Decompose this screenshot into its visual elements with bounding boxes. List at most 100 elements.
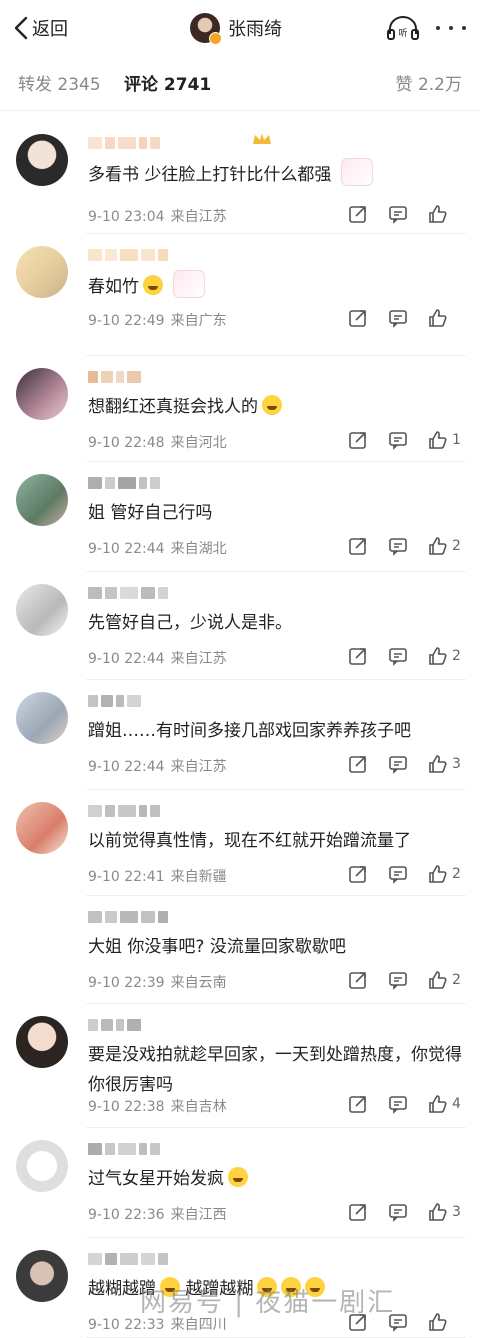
- share-button[interactable]: [348, 1200, 368, 1224]
- comment-body: 要是没戏拍就趁早回家，一天到处蹭热度，你觉得你很厉害吗: [88, 1040, 468, 1100]
- avatar[interactable]: [16, 474, 68, 526]
- reply-button[interactable]: [388, 1200, 408, 1224]
- reply-button[interactable]: [388, 1092, 408, 1116]
- back-button[interactable]: 返回: [12, 14, 68, 42]
- avatar[interactable]: [16, 368, 68, 420]
- like-button[interactable]: 2: [428, 644, 461, 668]
- reply-button[interactable]: [388, 428, 408, 452]
- share-button[interactable]: [348, 202, 368, 226]
- like-count: 3: [452, 1204, 461, 1220]
- reply-button[interactable]: [388, 534, 408, 558]
- headphones-listen-icon[interactable]: 听: [386, 14, 420, 42]
- nickname-hidden[interactable]: [88, 474, 228, 489]
- avatar[interactable]: [16, 584, 68, 636]
- nickname-blur-block: [141, 1253, 155, 1265]
- reply-button[interactable]: [388, 644, 408, 668]
- tab-likes[interactable]: 赞 2.2万: [396, 70, 462, 95]
- share-button[interactable]: [348, 428, 368, 452]
- nickname-hidden[interactable]: [88, 1016, 228, 1031]
- comment-actions: 2: [348, 644, 468, 668]
- nickname-blur-block: [127, 1019, 141, 1031]
- like-button[interactable]: 3: [428, 752, 461, 776]
- avatar[interactable]: [16, 1250, 68, 1302]
- share-button[interactable]: [348, 752, 368, 776]
- avatar[interactable]: [16, 134, 68, 186]
- nickname-blur-block: [120, 1253, 138, 1265]
- like-button[interactable]: 1: [428, 428, 461, 452]
- comment-body: 春如竹: [88, 270, 468, 302]
- comment-item[interactable]: 以前觉得真性情，现在不红就开始蹭流量了 9-10 22:41 来自新疆 2: [0, 790, 480, 896]
- avatar[interactable]: [16, 908, 68, 960]
- comment-item[interactable]: 多看书 少往脸上打针比什么都强 9-10 23:04 来自江苏: [0, 122, 480, 234]
- avatar[interactable]: [16, 692, 68, 744]
- like-button[interactable]: 4: [428, 1092, 461, 1116]
- more-button[interactable]: [436, 18, 466, 38]
- comment-item[interactable]: 想翻红还真挺会找人的 9-10 22:48 来自河北 1: [0, 356, 480, 462]
- comment-meta: 9-10 22:36 来自江西: [88, 1204, 227, 1224]
- share-button[interactable]: [348, 1092, 368, 1116]
- share-button[interactable]: [348, 644, 368, 668]
- comment-meta: 9-10 22:44 来自湖北: [88, 538, 227, 558]
- comment-body: 大姐 你没事吧? 没流量回家歇歇吧: [88, 932, 468, 962]
- tab-repost[interactable]: 转发 2345: [18, 70, 101, 95]
- share-icon: [349, 310, 366, 327]
- share-button[interactable]: [348, 306, 368, 330]
- nickname-blur-block: [139, 1143, 147, 1155]
- nickname-hidden[interactable]: [88, 368, 228, 383]
- nickname-hidden[interactable]: [88, 692, 228, 707]
- comment-item[interactable]: 大姐 你没事吧? 没流量回家歇歇吧 9-10 22:39 来自云南 2: [0, 896, 480, 1004]
- comment-meta: 9-10 22:38 来自吉林: [88, 1096, 227, 1116]
- comment-location: 来自河北: [170, 435, 227, 451]
- reply-button[interactable]: [388, 306, 408, 330]
- nickname-hidden[interactable]: [88, 134, 228, 149]
- like-button[interactable]: [428, 202, 452, 226]
- nickname-hidden[interactable]: [88, 246, 228, 261]
- reply-button[interactable]: [388, 752, 408, 776]
- share-button[interactable]: [348, 534, 368, 558]
- nickname-hidden[interactable]: [88, 802, 228, 817]
- nickname-hidden[interactable]: [88, 1250, 228, 1265]
- comment-item[interactable]: 过气女星开始发疯 9-10 22:36 来自江西 3: [0, 1128, 480, 1238]
- reply-button[interactable]: [388, 968, 408, 992]
- like-button[interactable]: [428, 306, 452, 330]
- share-button[interactable]: [348, 862, 368, 886]
- like-button[interactable]: 2: [428, 968, 461, 992]
- nickname-blur-block: [116, 371, 124, 383]
- comment-icon: [389, 432, 407, 450]
- avatar[interactable]: [16, 802, 68, 854]
- comment-icon: [389, 1096, 407, 1114]
- comment-item[interactable]: 姐 管好自己行吗 9-10 22:44 来自湖北 2: [0, 462, 480, 572]
- comment-item[interactable]: 蹭姐……有时间多接几部戏回家养养孩子吧 9-10 22:44 来自江苏 3: [0, 680, 480, 790]
- like-button[interactable]: 2: [428, 862, 461, 886]
- nickname-hidden[interactable]: [88, 908, 228, 923]
- avatar[interactable]: [16, 1140, 68, 1192]
- comment-actions: 2: [348, 862, 468, 886]
- comment-body: 多看书 少往脸上打针比什么都强: [88, 158, 468, 190]
- comment-icon: [389, 648, 407, 666]
- like-button[interactable]: 3: [428, 1200, 461, 1224]
- comment-item[interactable]: 要是没戏拍就趁早回家，一天到处蹭热度，你觉得你很厉害吗 9-10 22:38 来自吉…: [0, 1004, 480, 1128]
- thumbs-up-icon: [429, 755, 447, 773]
- tab-comments[interactable]: 评论 2741: [124, 70, 211, 95]
- avatar[interactable]: [190, 13, 222, 45]
- nickname-hidden[interactable]: [88, 584, 228, 599]
- share-icon: [349, 972, 366, 989]
- reply-button[interactable]: [388, 862, 408, 886]
- nickname-blur-block: [139, 137, 147, 149]
- share-button[interactable]: [348, 968, 368, 992]
- reply-button[interactable]: [388, 202, 408, 226]
- nickname-blur-block: [88, 805, 102, 817]
- avatar[interactable]: [16, 246, 68, 298]
- share-icon: [349, 538, 366, 555]
- nickname-blur-block: [101, 695, 113, 707]
- avatar[interactable]: [16, 1016, 68, 1068]
- comment-item[interactable]: 春如竹 9-10 22:49 来自广东: [0, 234, 480, 356]
- comment-time: 9-10 22:44: [88, 651, 165, 667]
- thumbs-up-icon: [429, 1095, 447, 1113]
- nickname-hidden[interactable]: [88, 1140, 228, 1155]
- comment-item[interactable]: 先管好自己，少说人是非。 9-10 22:44 来自江苏 2: [0, 572, 480, 680]
- nickname-blur-block: [158, 587, 168, 599]
- nickname-blur-block: [158, 1253, 168, 1265]
- like-button[interactable]: 2: [428, 534, 461, 558]
- profile-title[interactable]: 张雨绮: [190, 12, 282, 45]
